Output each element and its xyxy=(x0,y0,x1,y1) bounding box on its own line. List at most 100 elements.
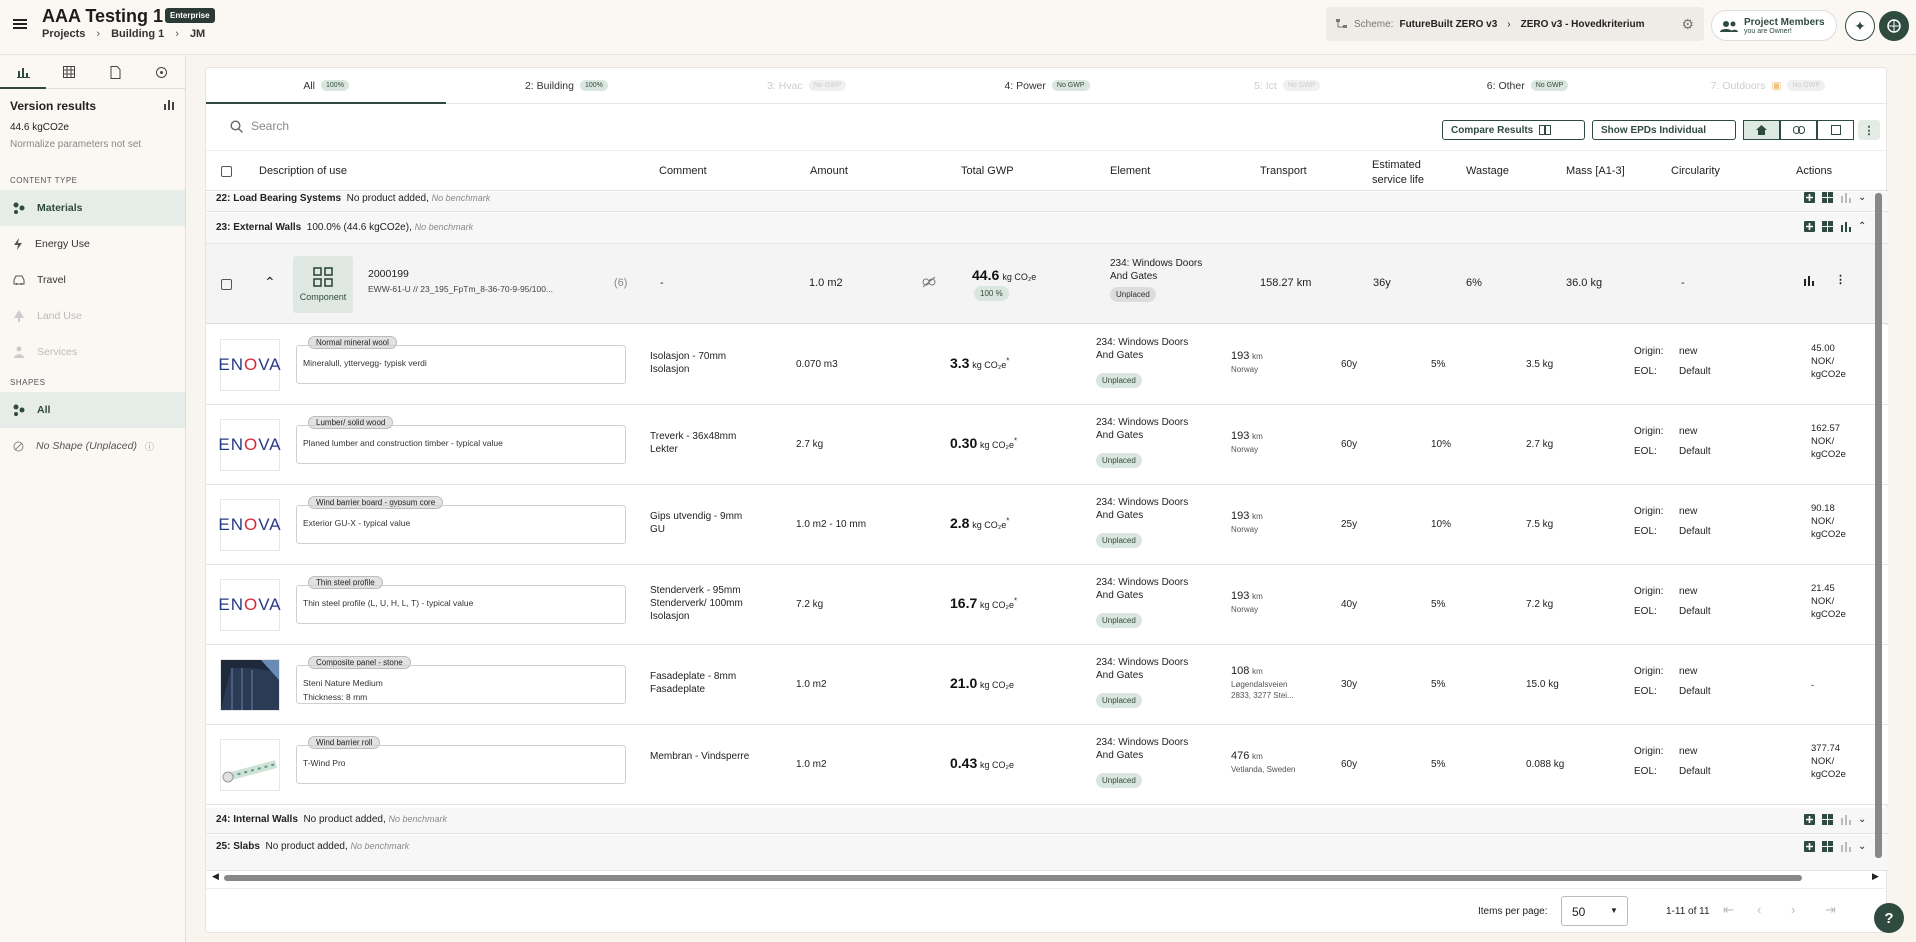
material-row[interactable]: ENOVA Lumber/ solid wood Planed lumber and… xyxy=(206,405,1888,485)
bar-chart-icon[interactable] xyxy=(1840,814,1851,825)
compare-results-button[interactable]: Compare Results xyxy=(1442,120,1585,140)
vertical-scrollbar[interactable] xyxy=(1871,155,1887,870)
bar-chart-icon[interactable] xyxy=(1803,275,1814,286)
menu-icon[interactable] xyxy=(13,18,27,30)
group-row-25[interactable]: 25: Slabs No product added, No benchmark… xyxy=(206,835,1888,871)
add-icon[interactable] xyxy=(1804,841,1815,852)
add-icon[interactable] xyxy=(1804,814,1815,825)
view-link-button[interactable] xyxy=(1780,120,1817,140)
tab-target[interactable] xyxy=(139,56,185,88)
component-row[interactable]: ⌃ Component 2000199 EWW-61-U // 23_195_F… xyxy=(206,244,1888,324)
scheme-selector[interactable]: Scheme: FutureBuilt ZERO v3 › ZERO v3 - … xyxy=(1326,7,1704,41)
scrollbar-thumb[interactable] xyxy=(1875,193,1882,858)
group-row-24[interactable]: 24: Internal Walls No product added, No … xyxy=(206,808,1888,834)
col-amount: Amount xyxy=(810,165,848,177)
sidebar-item-label: Services xyxy=(37,346,78,358)
tab-other[interactable]: 6: Other No GWP xyxy=(1407,68,1647,103)
gwp-value: 0.43 xyxy=(950,755,978,771)
show-epds-button[interactable]: Show EPDs Individual xyxy=(1592,120,1736,140)
tab-power[interactable]: 4: Power No GWP xyxy=(927,68,1167,103)
scroll-right-icon[interactable]: ▶ xyxy=(1872,871,1879,882)
transport-unit: km xyxy=(1252,432,1263,441)
chevron-up-icon[interactable]: ⌃ xyxy=(264,274,276,291)
sidebar-item-materials[interactable]: Materials xyxy=(0,190,185,226)
first-page-icon[interactable]: ⇤ xyxy=(1723,902,1734,918)
breadcrumb-version[interactable]: JM xyxy=(190,28,205,40)
project-members-button[interactable]: Project Members you are Owner! xyxy=(1711,10,1837,41)
breadcrumb-building[interactable]: Building 1 xyxy=(111,28,164,40)
tab-badge: No GWP xyxy=(808,80,847,91)
material-row[interactable]: ENOVA Wind barrier board - gypsum core Ext… xyxy=(206,485,1888,565)
tab-building[interactable]: 2: Building 100% xyxy=(446,68,686,103)
chevron-down-icon[interactable]: ⌄ xyxy=(1858,814,1866,825)
row-eol: Default xyxy=(1679,366,1711,377)
gear-icon[interactable]: ⚙ xyxy=(1681,16,1694,33)
product-description[interactable]: Thin steel profile (L, U, H, L, T) - typ… xyxy=(296,585,626,624)
product-description[interactable]: Planed lumber and construction timber - … xyxy=(296,425,626,464)
product-description[interactable]: Exterior GU-X - typical value xyxy=(296,505,626,544)
tab-results[interactable] xyxy=(0,56,47,89)
select-all-checkbox[interactable] xyxy=(221,166,232,177)
chevron-up-icon[interactable]: ⌃ xyxy=(1858,221,1866,232)
bar-chart-icon[interactable] xyxy=(1840,192,1851,203)
user-avatar[interactable] xyxy=(1879,11,1909,41)
view-home-button[interactable] xyxy=(1743,120,1780,140)
tab-label: 7: Outdoors xyxy=(1710,79,1766,92)
scroll-left-icon[interactable]: ◀ xyxy=(212,871,219,882)
previous-page-icon[interactable]: ‹ xyxy=(1757,902,1761,917)
row-origin: new xyxy=(1679,746,1698,757)
material-row[interactable]: Composite panel - stone Steni Nature Medi… xyxy=(206,645,1888,725)
chevron-down-icon[interactable]: ⌄ xyxy=(1858,841,1866,852)
breadcrumb-projects[interactable]: Projects xyxy=(42,28,85,40)
component-icon[interactable] xyxy=(1822,841,1833,852)
chevron-down-icon[interactable]: ⌄ xyxy=(1858,192,1866,203)
help-button[interactable]: ? xyxy=(1874,903,1904,933)
more-options-icon[interactable]: ⋮ xyxy=(1858,120,1880,140)
material-row[interactable]: ENOVA Normal mineral wool Mineralull, ytte… xyxy=(206,325,1888,405)
sidebar-shape-unplaced[interactable]: No Shape (Unplaced) ⓘ xyxy=(0,428,185,464)
component-icon[interactable] xyxy=(1822,192,1833,203)
unlink-icon[interactable] xyxy=(922,276,936,288)
component-icon[interactable] xyxy=(1822,221,1833,232)
group-row-23[interactable]: 23: External Walls 100.0% (44.6 kgCO2e),… xyxy=(206,213,1888,244)
gwp-unit: kg CO₂e xyxy=(972,360,1007,370)
bar-chart-icon[interactable] xyxy=(1840,841,1851,852)
sidebar-item-energy-use[interactable]: Energy Use xyxy=(0,226,185,262)
ai-sparkle-button[interactable]: ✦ xyxy=(1845,11,1875,41)
product-description[interactable]: T-Wind Pro xyxy=(296,745,626,784)
search-input[interactable]: Search xyxy=(251,119,289,133)
bar-chart-icon[interactable] xyxy=(1840,221,1851,232)
row-checkbox[interactable] xyxy=(221,279,232,290)
scrollbar-thumb[interactable] xyxy=(224,875,1802,881)
product-description[interactable]: Steni Nature Medium Thickness: 8 mm xyxy=(296,665,626,704)
tab-outdoors: 7: Outdoors ▣ No GWP xyxy=(1648,68,1888,103)
members-label: Project Members xyxy=(1744,16,1825,28)
grid-icon xyxy=(63,66,76,78)
row-eol: Default xyxy=(1679,526,1711,537)
bar-chart-icon[interactable] xyxy=(163,99,175,113)
tab-grid[interactable] xyxy=(46,56,92,88)
add-icon[interactable] xyxy=(1804,192,1815,203)
group-row-22[interactable]: 22: Load Bearing Systems No product adde… xyxy=(206,192,1888,212)
enova-logo: ENOVA xyxy=(218,595,282,614)
items-per-page-select[interactable]: 50 ▼ xyxy=(1561,896,1628,926)
add-icon[interactable] xyxy=(1804,221,1815,232)
row-eol-label: EOL: xyxy=(1634,606,1657,617)
horizontal-scrollbar[interactable]: ◀ ▶ xyxy=(212,871,1882,883)
material-row[interactable]: Wind barrier roll T-Wind Pro Membran - Vin… xyxy=(206,725,1888,805)
sidebar-shape-all[interactable]: All xyxy=(0,392,185,428)
search-box[interactable]: Search xyxy=(230,119,289,133)
info-icon[interactable]: ⓘ xyxy=(145,440,154,453)
material-row[interactable]: ENOVA Thin steel profile Thin steel profil… xyxy=(206,565,1888,645)
sidebar-item-travel[interactable]: Travel xyxy=(0,262,185,298)
sidebar: Version results 44.6 kgCO2e Normalize pa… xyxy=(0,56,186,942)
tab-documents[interactable] xyxy=(93,56,139,88)
view-square-button[interactable] xyxy=(1817,120,1854,140)
chevron-right-icon: › xyxy=(175,28,179,40)
more-options-icon[interactable]: ⋮ xyxy=(1835,273,1846,286)
next-page-icon[interactable]: › xyxy=(1791,902,1795,917)
component-icon[interactable] xyxy=(1822,814,1833,825)
product-description[interactable]: Mineralull, yttervegg- typisk verdi xyxy=(296,345,626,384)
last-page-icon[interactable]: ⇥ xyxy=(1825,902,1836,918)
tab-all[interactable]: All 100% xyxy=(206,68,447,104)
